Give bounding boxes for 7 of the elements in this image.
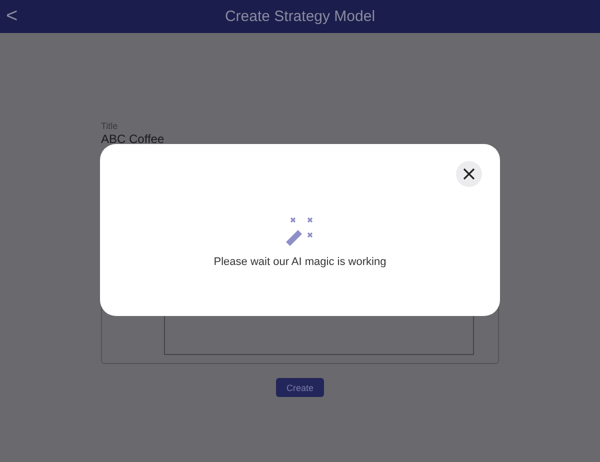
- page-title: Create Strategy Model: [224, 8, 376, 25]
- loading-message: Please wait our AI magic is working: [214, 256, 386, 268]
- close-icon: [463, 168, 475, 180]
- create-button[interactable]: Create: [276, 378, 324, 397]
- close-button[interactable]: [456, 161, 482, 187]
- title-value[interactable]: ABC Coffee: [101, 132, 164, 146]
- back-button[interactable]: <: [6, 6, 18, 26]
